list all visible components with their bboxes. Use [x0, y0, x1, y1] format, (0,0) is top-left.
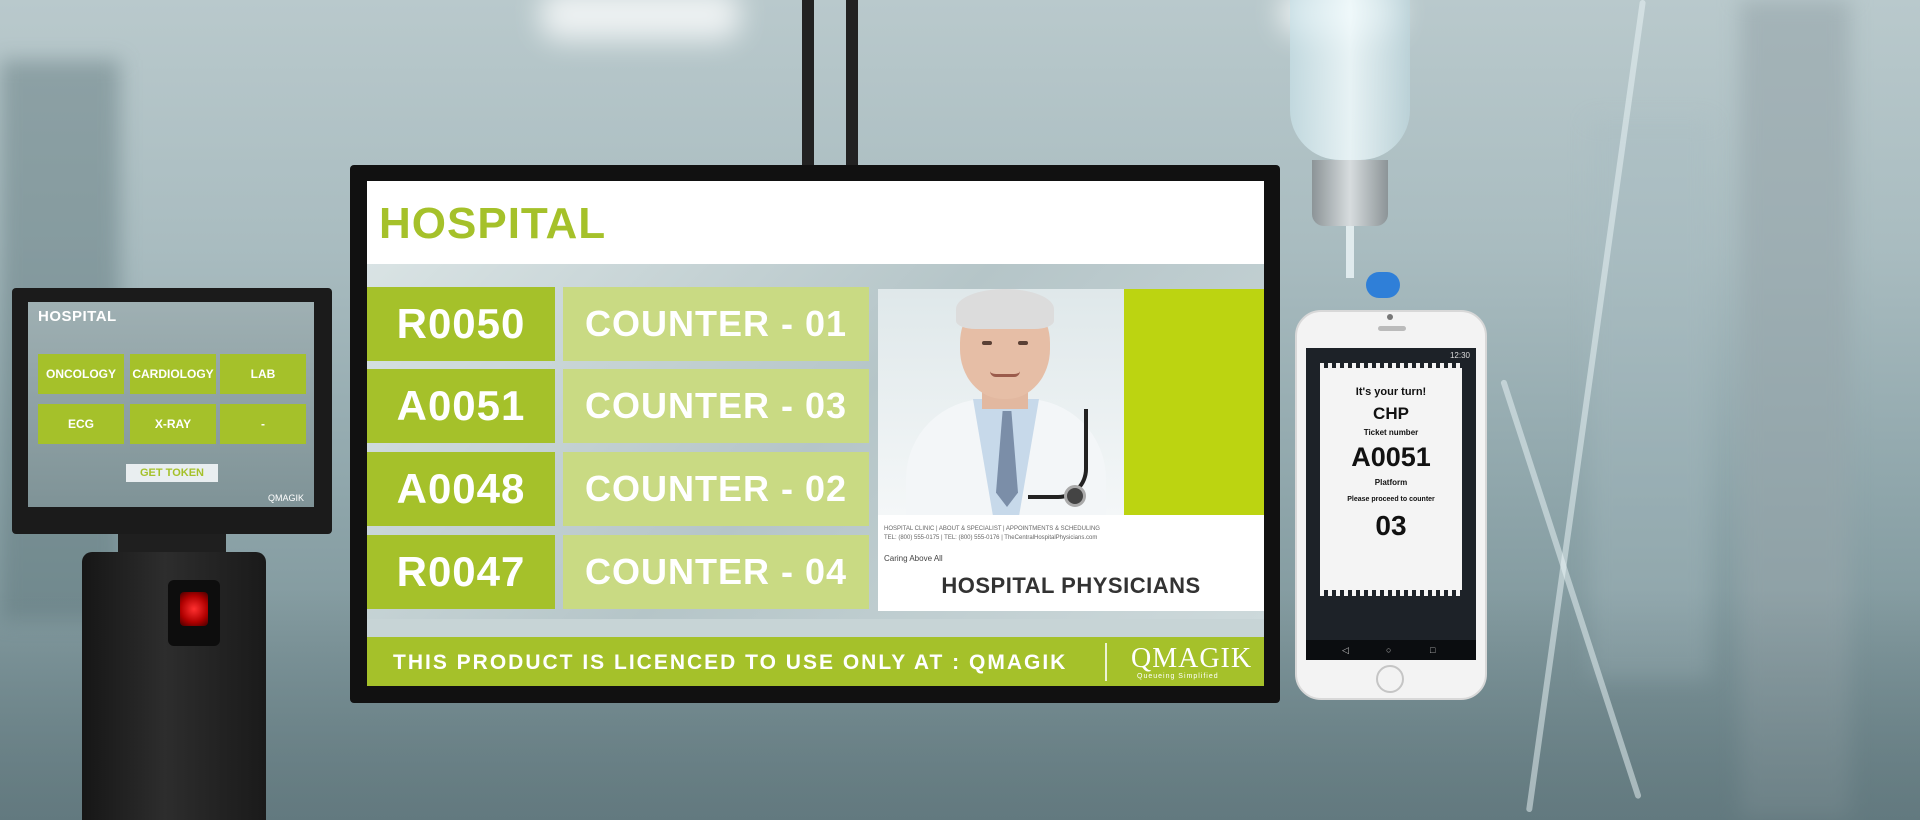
recents-icon[interactable]: □	[1430, 645, 1435, 655]
qmagik-logo: QMAGIK	[1131, 643, 1253, 674]
doctor-mouth	[990, 371, 1020, 377]
home-icon[interactable]: ○	[1386, 645, 1391, 655]
fingerprint-sensor-icon[interactable]	[180, 592, 208, 626]
iv-bottle	[1290, 0, 1410, 160]
kiosk-title: HOSPITAL	[38, 308, 117, 325]
status-time: 12:30	[1449, 351, 1470, 360]
ad-fine-print: HOSPITAL CLINIC | ABOUT & SPECIALIST | A…	[884, 526, 1100, 541]
license-ticker: THIS PRODUCT IS LICENCED TO USE ONLY AT …	[367, 637, 1264, 686]
ticker-divider	[1105, 643, 1107, 681]
phone-screen: 12:30 It's your turn! CHP Ticket number …	[1306, 348, 1476, 660]
license-text: THIS PRODUCT IS LICENCED TO USE ONLY AT …	[393, 651, 1068, 674]
advertisement-panel: HOSPITAL CLINIC | ABOUT & SPECIALIST | A…	[878, 289, 1264, 611]
queue-token: A0051	[367, 369, 555, 443]
queue-token: A0048	[367, 452, 555, 526]
ticket-instruction: Please proceed to counter	[1347, 496, 1435, 503]
display-title: HOSPITAL	[379, 199, 607, 248]
ticket-edge	[1320, 590, 1462, 596]
queue-token: R0047	[367, 535, 555, 609]
stethoscope-chestpiece	[1064, 485, 1086, 507]
queue-counter: COUNTER - 02	[563, 452, 869, 526]
display-header: HOSPITAL	[367, 181, 1264, 264]
doctor-eye	[1018, 341, 1028, 345]
speaker-grille	[1378, 326, 1406, 331]
doctor-eye	[982, 341, 992, 345]
iv-valve-icon	[1366, 272, 1400, 298]
home-button[interactable]	[1376, 665, 1404, 693]
kiosk-neck	[118, 534, 226, 554]
kiosk-button-cardiology[interactable]: CARDIOLOGY	[130, 354, 216, 394]
queue-token: R0050	[367, 287, 555, 361]
ticket-counter: 03	[1375, 510, 1407, 541]
iv-cap	[1312, 160, 1388, 226]
kiosk-brand: QMAGIK	[267, 493, 304, 503]
ticket-heading: It's your turn!	[1355, 386, 1427, 398]
ad-green-block	[1124, 289, 1264, 515]
queue-counter: COUNTER - 03	[563, 369, 869, 443]
ticket-platform-label: Platform	[1374, 478, 1408, 487]
kiosk-button-ecg[interactable]: ECG	[38, 404, 124, 444]
android-nav-bar: ◁ ○ □	[1306, 640, 1476, 660]
queue-counter: COUNTER - 04	[563, 535, 869, 609]
doctor-hair	[956, 289, 1054, 329]
ceiling-light	[540, 0, 740, 40]
kiosk-button-empty[interactable]: -	[220, 404, 306, 444]
camera-icon	[1387, 314, 1393, 320]
ticket-number-label: Ticket number	[1363, 428, 1419, 437]
qmagik-slogan: Queueing Simplified	[1137, 673, 1219, 680]
back-icon[interactable]: ◁	[1342, 645, 1349, 656]
kiosk-button-x-ray[interactable]: X-RAY	[130, 404, 216, 444]
kiosk-screen: HOSPITAL ONCOLOGY CARDIOLOGY LAB ECG X-R…	[28, 302, 314, 507]
iv-tube	[1346, 226, 1354, 278]
ticket-number: A0051	[1351, 442, 1431, 472]
kiosk-button-oncology[interactable]: ONCOLOGY	[38, 354, 124, 394]
kiosk-button-lab[interactable]: LAB	[220, 354, 306, 394]
queue-display: HOSPITAL R0050 COUNTER - 01 A0051 COUNTE…	[367, 181, 1264, 686]
ceiling-mount-pole	[846, 0, 858, 168]
ad-tagline: Caring Above All	[884, 554, 943, 563]
doctor-photo	[878, 289, 1124, 515]
token-ticket: It's your turn! CHP Ticket number A0051 …	[1320, 368, 1462, 590]
ceiling-mount-pole	[802, 0, 814, 168]
get-token-button[interactable]: GET TOKEN	[126, 464, 218, 482]
ticket-service: CHP	[1373, 404, 1409, 423]
ad-caption: HOSPITAL PHYSICIANS	[941, 573, 1201, 598]
queue-counter: COUNTER - 01	[563, 287, 869, 361]
